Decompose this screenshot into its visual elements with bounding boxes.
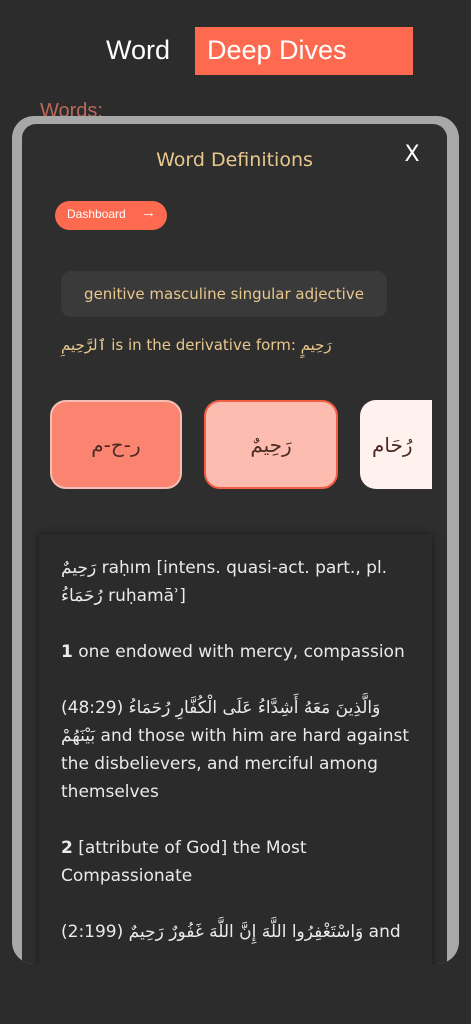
definition-item: 1 one endowed with mercy, compassion — [61, 638, 410, 666]
arrow-right-icon: → — [141, 204, 156, 221]
definition-quote: (48:29) وَالَّذِينَ مَعَهُ أَشِدَّاءُ عَ… — [61, 698, 410, 802]
close-icon[interactable]: X — [397, 140, 427, 170]
word-form-carousel[interactable]: ر-ح-م رَحِيمٌ رُحَام — [50, 400, 432, 490]
definitions-panel[interactable]: رَحِيمٌ raḥım [intens. quasi-act. part.,… — [39, 534, 432, 964]
related-form-card[interactable]: رُحَام — [360, 400, 432, 489]
definition-number: 2 — [61, 838, 73, 858]
dashboard-button-label: Dashboard — [67, 207, 126, 221]
definition-text: one endowed with mercy, compassion — [78, 642, 405, 662]
dashboard-button[interactable]: Dashboard → — [55, 201, 167, 230]
header-title-highlight: Deep Dives — [195, 27, 413, 75]
modal-frame: Word Definitions X Dashboard → genitive … — [12, 116, 459, 964]
word-definitions-modal: Word Definitions X Dashboard → genitive … — [22, 124, 447, 964]
grammar-description: genitive masculine singular adjective — [61, 271, 387, 317]
bottom-area — [0, 964, 471, 1024]
page-header: Word Deep Dives — [0, 27, 471, 75]
definition-number: 1 — [61, 642, 73, 662]
definition-item: 2 [attribute of God] the Most Compassion… — [61, 834, 410, 890]
root-card[interactable]: ر-ح-م — [50, 400, 182, 489]
selected-form-card[interactable]: رَحِيمٌ — [204, 400, 338, 489]
definition-text: [attribute of God] the Most Compassionat… — [61, 838, 307, 886]
definition-quote: (2:199) وَاسْتَغْفِرُوا اللَّهَ إِنَّ ال… — [61, 922, 401, 942]
definition-headword: رَحِيمٌ raḥım [intens. quasi-act. part.,… — [61, 558, 388, 606]
header-title-word: Word — [106, 35, 171, 65]
derivative-form-text: ٱلرَّحِيمِ is in the derivative form: رَ… — [61, 336, 332, 354]
modal-title: Word Definitions — [156, 149, 313, 171]
